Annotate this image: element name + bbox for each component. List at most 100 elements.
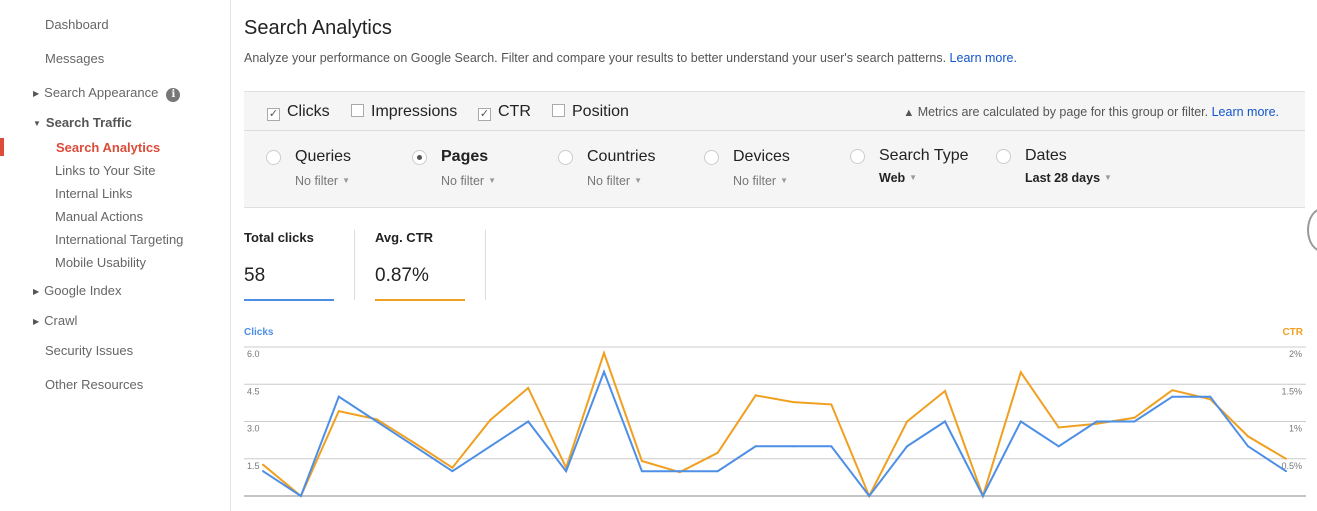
data-point-clicks [1095, 420, 1098, 423]
sidebar-item-other-resources[interactable]: Other Resources [45, 377, 143, 392]
expand-right-icon: ▶ [33, 89, 40, 98]
data-point-ctr [1133, 416, 1136, 419]
filter-value: Web [879, 171, 906, 185]
position-checkbox[interactable]: Position [552, 103, 629, 121]
data-point-clicks [640, 470, 643, 473]
data-point-clicks [944, 420, 946, 423]
metrics-note: ▲ Metrics are calculated by page for thi… [903, 105, 1279, 119]
impressions-checkbox[interactable]: Impressions [351, 103, 457, 121]
note-learn-more-link[interactable]: Learn more. [1212, 105, 1279, 119]
data-point-clicks [1285, 470, 1287, 473]
dimension-filter-dropdown[interactable]: No filter ▼ [295, 174, 350, 188]
radio-button[interactable] [704, 150, 719, 165]
dimension-label: Pages [441, 148, 489, 165]
filter-value: Last 28 days [1025, 171, 1101, 185]
data-point-ctr [413, 442, 416, 445]
warning-icon: ▲ [903, 107, 915, 119]
dimension-filter-dropdown[interactable]: Last 28 days ▼ [1025, 171, 1112, 185]
sidebar-item-messages[interactable]: Messages [45, 51, 104, 66]
data-point-clicks [603, 370, 605, 373]
radio-button[interactable] [850, 149, 865, 164]
dimension-label: Devices [733, 148, 790, 165]
right-tick-label: 1% [1289, 424, 1302, 434]
radio-button[interactable] [558, 150, 573, 165]
checkbox-unchecked-icon [552, 104, 565, 117]
data-point-clicks [868, 495, 871, 497]
data-point-clicks [262, 470, 264, 473]
data-point-ctr [830, 403, 833, 406]
sidebar: Dashboard Messages ▶ Search Appearance i ▼… [0, 0, 231, 511]
ctr-checkbox[interactable]: ✓ CTR [478, 103, 531, 121]
total-clicks-tile[interactable]: Total clicks 58 [244, 230, 334, 301]
data-point-ctr [792, 401, 795, 404]
expand-right-icon: ▶ [33, 287, 40, 296]
checkbox-label: CTR [498, 103, 531, 120]
data-point-ctr [603, 351, 605, 354]
sidebar-item-search-analytics[interactable]: Search Analytics [56, 140, 160, 155]
data-point-ctr [640, 459, 643, 462]
data-point-ctr [262, 463, 264, 466]
tile-underline [244, 299, 334, 301]
sidebar-item-dashboard[interactable]: Dashboard [45, 17, 109, 32]
sidebar-item-google-index[interactable]: ▶ Google Index [33, 283, 122, 298]
dimension-filter-dropdown[interactable]: Web ▼ [879, 171, 917, 185]
learn-more-link[interactable]: Learn more. [950, 51, 1017, 65]
dimension-filter-dropdown[interactable]: No filter ▼ [733, 174, 788, 188]
dropdown-caret-icon: ▼ [780, 176, 788, 185]
side-panel-toggle[interactable] [1307, 208, 1317, 252]
data-point-ctr [1057, 426, 1060, 429]
tile-value: 0.87% [375, 265, 429, 286]
sidebar-item-international-targeting[interactable]: International Targeting [55, 232, 183, 247]
sidebar-item-search-traffic[interactable]: ▼ Search Traffic [33, 115, 132, 130]
data-point-clicks [678, 470, 681, 473]
radio-button[interactable] [412, 150, 427, 165]
sidebar-item-crawl[interactable]: ▶ Crawl [33, 313, 77, 328]
filter-panel: ✓ Clicks Impressions ✓ CTR Position ▲ Metr… [244, 91, 1305, 208]
sidebar-item-manual-actions[interactable]: Manual Actions [55, 209, 143, 224]
data-point-clicks [1019, 420, 1022, 423]
data-point-clicks [451, 470, 454, 473]
data-point-ctr [716, 451, 719, 454]
sidebar-item-mobile-usability[interactable]: Mobile Usability [55, 255, 146, 270]
data-point-clicks [1133, 420, 1136, 423]
data-point-ctr [906, 420, 909, 423]
data-point-clicks [337, 395, 340, 398]
tile-value: 58 [244, 265, 266, 286]
expand-right-icon: ▶ [33, 317, 40, 326]
divider [485, 230, 486, 300]
radio-button[interactable] [266, 150, 281, 165]
checkbox-unchecked-icon [351, 104, 364, 117]
data-point-clicks [1171, 395, 1174, 398]
sidebar-item-internal-links[interactable]: Internal Links [55, 186, 132, 201]
info-icon[interactable]: i [166, 88, 181, 102]
data-point-clicks [1057, 445, 1060, 448]
left-axis-title: Clicks [244, 327, 274, 338]
dropdown-caret-icon: ▼ [634, 176, 642, 185]
description-text: Analyze your performance on Google Searc… [244, 51, 947, 65]
avg-ctr-tile[interactable]: Avg. CTR 0.87% [375, 230, 465, 301]
series-line-ctr [262, 349, 1287, 500]
sidebar-item-search-appearance[interactable]: ▶ Search Appearance i [33, 85, 181, 102]
data-point-clicks [527, 420, 530, 423]
data-point-clicks [565, 470, 568, 473]
sidebar-item-security-issues[interactable]: Security Issues [45, 343, 133, 358]
radio-button[interactable] [996, 149, 1011, 164]
sidebar-item-label: Crawl [44, 313, 78, 328]
left-tick-label: 3.0 [247, 424, 260, 434]
filter-value: No filter [441, 174, 485, 188]
sidebar-item-links-to-your-site[interactable]: Links to Your Site [55, 163, 155, 178]
dropdown-caret-icon: ▼ [488, 176, 496, 185]
filter-value: No filter [733, 174, 777, 188]
tile-label: Total clicks [244, 230, 314, 245]
dropdown-caret-icon: ▼ [1104, 173, 1112, 182]
dimension-label: Queries [295, 148, 352, 165]
left-tick-label: 1.5 [247, 461, 260, 471]
dimension-filter-dropdown[interactable]: No filter ▼ [587, 174, 642, 188]
clicks-checkbox[interactable]: ✓ Clicks [267, 103, 330, 121]
data-point-clicks [375, 420, 378, 423]
data-point-clicks [1247, 445, 1250, 448]
data-point-clicks [830, 445, 833, 448]
page-title: Search Analytics [244, 17, 392, 39]
data-point-clicks [754, 445, 757, 448]
dimension-filter-dropdown[interactable]: No filter ▼ [441, 174, 496, 188]
